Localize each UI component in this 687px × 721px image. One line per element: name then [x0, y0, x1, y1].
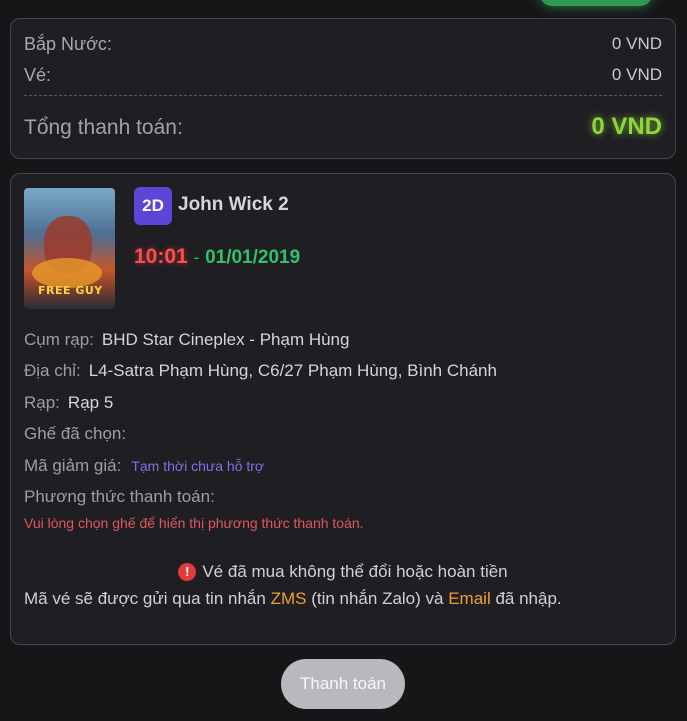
cinema-row: Cụm rạp: BHD Star Cineplex - Phạm Hùng	[24, 330, 349, 350]
format-badge: 2D	[134, 187, 172, 225]
sms-notice: Mã vé sẽ được gửi qua tin nhắn ZMS (tin …	[24, 589, 562, 609]
show-time: 10:01	[134, 245, 188, 268]
movie-poster: FREE GUY	[24, 188, 115, 309]
payment-method-row: Phương thức thanh toán:	[24, 487, 215, 507]
email-highlight: Email	[448, 589, 491, 608]
snacks-value: 0 VND	[611, 34, 662, 53]
dashed-divider	[24, 95, 662, 96]
room-label: Rạp:	[24, 393, 60, 412]
room-row: Rạp: Rạp 5	[24, 393, 113, 413]
total-value: 0 VND	[591, 113, 662, 140]
poster-title: FREE GUY	[38, 284, 103, 297]
payment-warning: Vui lòng chọn ghế để hiển thị phương thứ…	[24, 515, 364, 531]
seats-row: Ghế đã chọn:	[24, 424, 134, 444]
movie-title: John Wick 2	[178, 194, 289, 215]
no-refund-text: Vé đã mua không thể đổi hoặc hoàn tiền	[202, 562, 508, 581]
ticket-row: Vé: 0 VND	[24, 65, 662, 86]
seats-label: Ghế đã chọn:	[24, 424, 127, 443]
ticket-label: Vé:	[24, 65, 52, 85]
address-label: Địa chỉ:	[24, 361, 81, 380]
sms-suffix: đã nhập.	[495, 589, 562, 608]
booking-detail-card: FREE GUY 2D John Wick 2 10:01 - 01/01/20…	[10, 173, 676, 645]
show-date: 01/01/2019	[205, 247, 301, 268]
time-date-separator: -	[193, 248, 200, 267]
address-value: L4-Satra Phạm Hùng, C6/27 Phạm Hùng, Bìn…	[88, 361, 497, 380]
cinema-value: BHD Star Cineplex - Phạm Hùng	[101, 330, 350, 349]
no-refund-notice: ! Vé đã mua không thể đổi hoặc hoàn tiền	[11, 562, 675, 582]
top-button-edge[interactable]	[540, 0, 652, 6]
promo-label: Mã giảm giá:	[24, 456, 122, 475]
price-summary-card: Bắp Nước: 0 VND Vé: 0 VND Tổng thanh toá…	[10, 18, 676, 159]
zms-highlight: ZMS	[270, 589, 307, 608]
snacks-label: Bắp Nước:	[24, 34, 112, 54]
promo-value: Tạm thời chưa hỗ trợ	[131, 458, 265, 474]
snacks-row: Bắp Nước: 0 VND	[24, 34, 662, 55]
sms-middle: (tin nhắn Zalo) và	[311, 589, 444, 608]
sms-prefix: Mã vé sẽ được gửi qua tin nhắn	[24, 589, 266, 608]
total-label: Tổng thanh toán:	[24, 116, 183, 139]
promo-row: Mã giảm giá: Tạm thời chưa hỗ trợ	[24, 456, 264, 476]
pay-button[interactable]: Thanh toán	[281, 659, 405, 709]
address-row: Địa chỉ: L4-Satra Phạm Hùng, C6/27 Phạm H…	[24, 361, 497, 381]
exclamation-icon: !	[178, 563, 197, 581]
payment-method-label: Phương thức thanh toán:	[24, 487, 215, 506]
room-value: Rạp 5	[67, 393, 114, 412]
ticket-value: 0 VND	[611, 65, 662, 84]
showtime: 10:01 - 01/01/2019	[134, 245, 300, 269]
cinema-label: Cụm rạp:	[24, 330, 94, 349]
